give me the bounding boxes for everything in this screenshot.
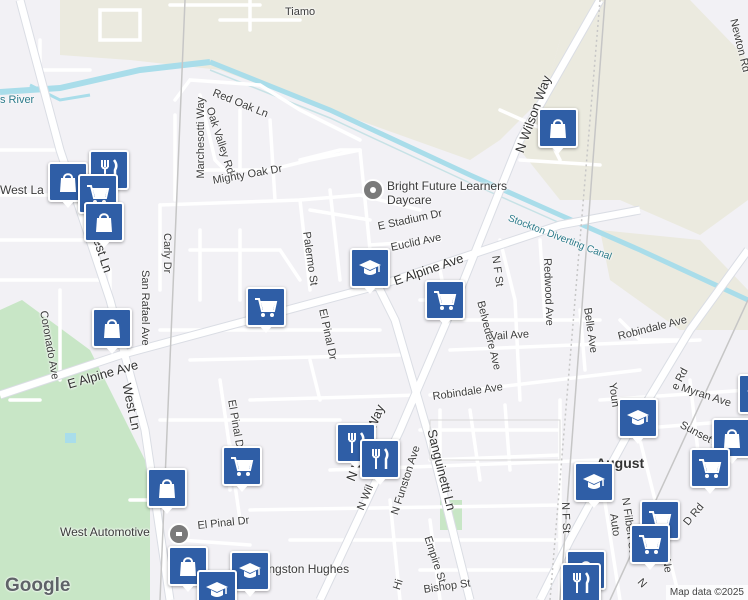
shopping-cart-marker[interactable] bbox=[690, 448, 730, 494]
school-icon bbox=[583, 474, 605, 489]
road-label: Tiamo bbox=[285, 6, 316, 18]
school-icon bbox=[627, 410, 649, 425]
school-icon bbox=[206, 582, 228, 597]
road-label: Redwood Ave bbox=[541, 257, 556, 327]
school-marker[interactable] bbox=[574, 462, 614, 508]
place-label-west-lane: West La bbox=[0, 183, 44, 197]
map-canvas[interactable]: Tiamo Red Oak Ln Oak Valley Rd Marchesot… bbox=[0, 0, 748, 600]
shopping-cart-icon bbox=[639, 535, 662, 554]
shopping-cart-icon bbox=[699, 459, 722, 478]
shopping-bag-icon bbox=[159, 479, 175, 498]
shopping-bag-icon bbox=[104, 319, 120, 338]
shopping-bag-marker[interactable] bbox=[84, 202, 124, 248]
map-attribution[interactable]: Map data ©2025 bbox=[665, 585, 748, 600]
shopping-bag-marker[interactable] bbox=[538, 108, 578, 154]
school-icon bbox=[359, 260, 381, 275]
school-marker[interactable] bbox=[350, 248, 390, 294]
shopping-cart-marker[interactable] bbox=[246, 287, 286, 333]
shopping-bag-icon bbox=[96, 213, 112, 232]
school-icon bbox=[239, 563, 261, 578]
automotive-icon[interactable] bbox=[168, 523, 190, 545]
shopping-bag-marker[interactable] bbox=[147, 468, 187, 514]
shopping-cart-icon bbox=[255, 298, 278, 317]
road-label: Auto bbox=[607, 512, 623, 537]
shopping-bag-marker[interactable] bbox=[92, 308, 132, 354]
restaurant-marker[interactable] bbox=[561, 563, 601, 600]
map-base-layer bbox=[0, 0, 748, 600]
shopping-cart-icon bbox=[434, 291, 457, 310]
shopping-bag-icon bbox=[550, 119, 566, 138]
daycare-label[interactable]: Bright Future Learners Daycare bbox=[387, 179, 512, 207]
restaurant-icon bbox=[372, 448, 389, 469]
road-label: Marchesotti Way bbox=[195, 97, 207, 179]
shopping-cart-icon bbox=[231, 457, 254, 476]
road-label: s River bbox=[0, 94, 35, 106]
restaurant-marker[interactable] bbox=[360, 439, 400, 485]
school-marker[interactable] bbox=[197, 570, 237, 600]
road-label: N F St bbox=[559, 501, 573, 534]
google-logo: Google bbox=[5, 575, 71, 596]
daycare-icon[interactable] bbox=[362, 179, 384, 201]
shopping-cart-marker[interactable] bbox=[425, 280, 465, 326]
school-marker[interactable] bbox=[738, 374, 748, 414]
shopping-cart-marker[interactable] bbox=[222, 446, 262, 492]
place-label-west-automotive[interactable]: West Automotive bbox=[60, 526, 150, 538]
road-label: San Rafael Ave bbox=[139, 270, 151, 346]
shopping-cart-marker[interactable] bbox=[630, 524, 670, 570]
school-marker[interactable] bbox=[618, 398, 658, 444]
restaurant-icon bbox=[573, 572, 590, 593]
road-label: Carly Dr bbox=[161, 233, 173, 274]
